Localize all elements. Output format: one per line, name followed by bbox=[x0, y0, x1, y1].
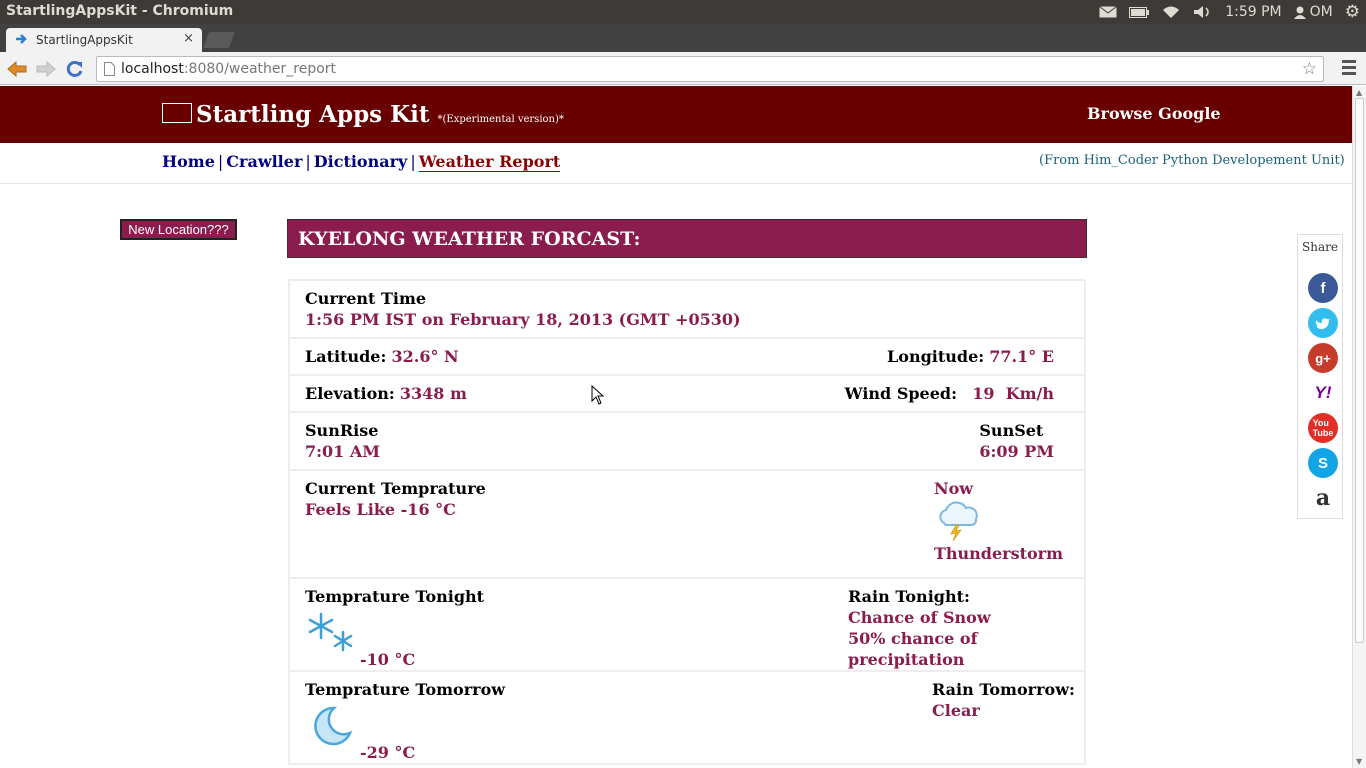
google-plus-icon[interactable]: g+ bbox=[1308, 343, 1338, 373]
page-viewport: Startling Apps Kit *(Experimental versio… bbox=[0, 86, 1352, 768]
reload-icon[interactable] bbox=[64, 58, 86, 80]
forecast-title: KYELONG WEATHER FORCAST: bbox=[287, 219, 1087, 258]
elevation-value: 3348 m bbox=[399, 384, 467, 403]
latitude-value: 32.6° N bbox=[391, 347, 459, 366]
nav-links: Home | Crawller | Dictionary | Weather Report bbox=[162, 152, 561, 172]
tomorrow-temp-value: -29 °C bbox=[360, 743, 416, 762]
tab-strip: StartlingAppsKit × bbox=[0, 24, 1366, 52]
sunset-label: SunSet bbox=[979, 421, 1044, 440]
skype-icon[interactable]: S bbox=[1308, 448, 1338, 478]
row-tomorrow: Temprature Tomorrow -29 °C Rain Tomorrow… bbox=[290, 672, 1084, 765]
site-subtitle: *(Experimental version)* bbox=[437, 114, 564, 125]
clock[interactable]: 1:59 PM bbox=[1225, 4, 1281, 20]
sunrise-value: 7:01 AM bbox=[305, 442, 380, 461]
row-coordinates: Latitude: 32.6° N Longitude: 77.1° E bbox=[290, 339, 1084, 376]
row-elevation-wind: Elevation: 3348 m Wind Speed: 19 Km/h bbox=[290, 376, 1084, 413]
now-label: Now bbox=[934, 479, 974, 498]
chrome-menu-icon[interactable] bbox=[1342, 60, 1356, 78]
snowflake-icon bbox=[305, 612, 355, 658]
rain-tomorrow-label: Rain Tomorrow: bbox=[932, 680, 1075, 699]
row-current-temp: Current Temprature Feels Like -16 °C Now… bbox=[290, 471, 1084, 579]
window-title: StartlingAppsKit - Chromium bbox=[6, 3, 234, 19]
user-name: OM bbox=[1309, 4, 1333, 20]
thunderstorm-icon bbox=[934, 501, 1063, 542]
forward-arrow-icon[interactable] bbox=[35, 58, 57, 80]
battery-icon[interactable] bbox=[1129, 6, 1150, 18]
sunset-value: 6:09 PM bbox=[979, 442, 1054, 461]
latitude-label: Latitude: bbox=[305, 347, 387, 366]
site-navbar: Home | Crawller | Dictionary | Weather Report … bbox=[0, 143, 1352, 184]
rain-tonight-precip: 50% chance of precipitation bbox=[848, 629, 978, 669]
scroll-thumb[interactable] bbox=[1355, 98, 1364, 643]
rain-tomorrow-value: Clear bbox=[932, 701, 980, 720]
site-header: Startling Apps Kit *(Experimental versio… bbox=[0, 86, 1352, 143]
user-menu[interactable]: OM bbox=[1293, 4, 1333, 20]
row-current-time: Current Time 1:56 PM IST on February 18,… bbox=[290, 281, 1084, 339]
nav-home-link[interactable]: Home bbox=[162, 152, 215, 171]
address-bar[interactable]: localhost:8080/weather_report ☆ bbox=[96, 56, 1324, 82]
youtube-icon[interactable]: You Tube bbox=[1308, 413, 1338, 443]
wind-speed-value: 19 Km/h bbox=[972, 384, 1054, 403]
rain-tonight-label: Rain Tonight: bbox=[848, 587, 970, 606]
wind-speed-label: Wind Speed: bbox=[844, 384, 958, 403]
elevation-label: Elevation: bbox=[305, 384, 395, 403]
current-time-value: 1:56 PM IST on February 18, 2013 (GMT +0… bbox=[305, 310, 741, 329]
now-condition: Thunderstorm bbox=[934, 544, 1064, 563]
tab-startlingappskit[interactable]: StartlingAppsKit × bbox=[6, 28, 202, 52]
volume-icon[interactable] bbox=[1193, 5, 1213, 19]
from-unit-note: (From Him_Coder Python Developement Unit… bbox=[1039, 153, 1345, 168]
new-location-button[interactable]: New Location??? bbox=[120, 219, 237, 240]
tab-close-icon[interactable]: × bbox=[183, 31, 194, 46]
current-time-label: Current Time bbox=[305, 289, 427, 308]
nav-dictionary-link[interactable]: Dictionary bbox=[314, 152, 408, 171]
nav-weather-report-link[interactable]: Weather Report bbox=[418, 152, 561, 172]
user-icon bbox=[1293, 6, 1306, 19]
longitude-label: Longitude: bbox=[887, 347, 985, 366]
tab-title: StartlingAppsKit bbox=[36, 33, 133, 47]
browser-toolbar: localhost:8080/weather_report ☆ bbox=[0, 52, 1366, 85]
wifi-icon[interactable] bbox=[1161, 5, 1181, 19]
row-sun: SunRise 7:01 AM SunSet 6:09 PM bbox=[290, 413, 1084, 471]
share-widget: Share f g+ Y! You Tube S a bbox=[1297, 234, 1343, 519]
url-text: localhost:8080/weather_report bbox=[121, 61, 337, 77]
favicon-arrow-icon bbox=[16, 33, 30, 48]
amazon-icon[interactable]: a bbox=[1308, 483, 1338, 513]
back-arrow-icon[interactable] bbox=[6, 58, 28, 80]
mail-icon[interactable] bbox=[1099, 6, 1118, 18]
bookmark-star-icon[interactable]: ☆ bbox=[1302, 59, 1317, 79]
scroll-down-arrow-icon[interactable]: ▼ bbox=[1356, 757, 1362, 766]
site-title: Startling Apps Kit *(Experimental versio… bbox=[196, 101, 564, 128]
tonight-temp-value: -10 °C bbox=[360, 650, 416, 669]
mouse-cursor-icon bbox=[591, 384, 605, 409]
yahoo-icon[interactable]: Y! bbox=[1308, 378, 1338, 408]
rain-tonight-value: Chance of Snow bbox=[848, 608, 991, 627]
row-tonight: Temprature Tonight -10 °C Rain Tonight: … bbox=[290, 579, 1084, 672]
os-top-panel: StartlingAppsKit - Chromium 1:59 PM OM ⚙ bbox=[0, 0, 1366, 24]
sunrise-label: SunRise bbox=[305, 421, 379, 440]
new-tab-button[interactable] bbox=[203, 32, 235, 48]
weather-table: Current Time 1:56 PM IST on February 18,… bbox=[288, 279, 1086, 765]
page-icon bbox=[104, 62, 115, 80]
browse-google-link[interactable]: Browse Google bbox=[1087, 104, 1221, 123]
system-tray: 1:59 PM OM ⚙ bbox=[1099, 0, 1366, 24]
facebook-icon[interactable]: f bbox=[1308, 273, 1338, 303]
logo-box bbox=[162, 103, 192, 123]
nav-crawller-link[interactable]: Crawller bbox=[226, 152, 302, 171]
longitude-value: 77.1° E bbox=[989, 347, 1054, 366]
settings-gear-icon[interactable]: ⚙ bbox=[1345, 2, 1360, 22]
moon-icon bbox=[310, 705, 353, 751]
page-scrollbar[interactable]: ▲ ▼ bbox=[1352, 86, 1366, 768]
share-label: Share bbox=[1302, 240, 1338, 254]
scroll-up-arrow-icon[interactable]: ▲ bbox=[1356, 88, 1362, 97]
twitter-icon[interactable] bbox=[1308, 308, 1338, 338]
